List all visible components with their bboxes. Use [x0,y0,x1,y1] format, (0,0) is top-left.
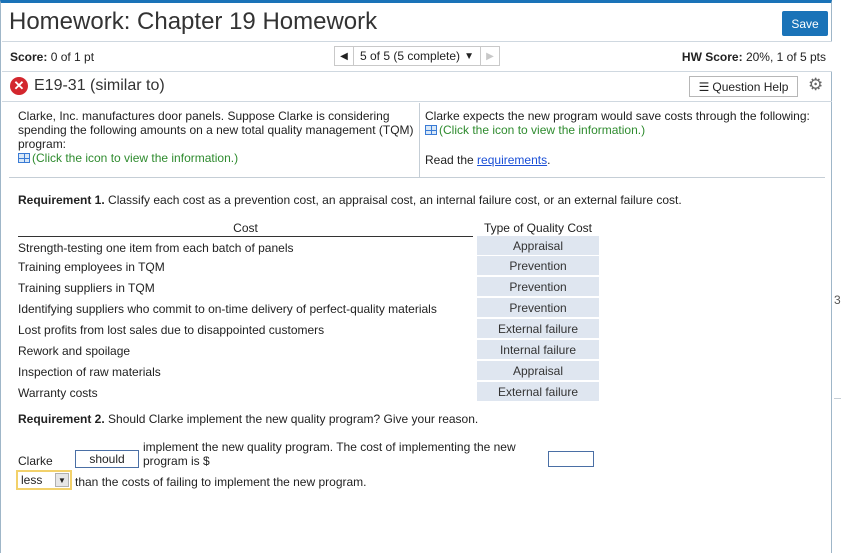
amount-input[interactable] [548,451,594,467]
read-prefix: Read the [425,153,474,167]
x-circle-icon: ✕ [10,77,28,95]
column-header-type: Type of Quality Cost [478,221,598,237]
question-select-value: 5 of 5 (5 complete) [360,49,461,63]
triangle-down-icon: ▼ [464,50,474,62]
background-edge-line [834,398,841,399]
page-title: Homework: Chapter 19 Homework [9,8,378,35]
save-button[interactable]: Save [782,11,828,36]
quality-type-cell[interactable]: Internal failure [477,340,599,359]
table-icon[interactable] [18,153,30,163]
requirements-link[interactable]: requirements [477,153,547,167]
info-right: Clarke expects the new program would sav… [425,109,825,167]
should-answer-box[interactable]: should [75,450,139,468]
panel-divider [419,103,420,177]
answer-text-line-2: program is $ [143,454,210,468]
next-question-button[interactable]: ▶ [479,46,500,66]
requirement-2: Requirement 2. Should Clarke implement t… [18,412,478,426]
gear-icon[interactable]: ⚙ [808,75,823,95]
quality-type-cell[interactable]: Prevention [477,277,599,296]
answer-subject: Clarke [18,454,53,468]
hw-score: HW Score: 20%, 1 of 5 pts [682,50,826,64]
read-suffix: . [547,153,551,167]
score-value: 0 of 1 pt [50,50,95,64]
hw-score-label: HW Score: [681,50,743,64]
list-icon: ☰ [698,79,710,94]
info-left-text: Clarke, Inc. manufactures door panels. S… [18,109,414,151]
score-bar: Score: 0 of 1 pt ◀ 5 of 5 (5 complete) ▼… [2,41,832,72]
requirement-1-text: Classify each cost as a prevention cost,… [108,193,682,207]
hw-score-value: 20%, 1 of 5 pts [745,50,826,64]
cost-label: Rework and spoilage [18,344,131,358]
question-help-button[interactable]: ☰ Question Help [689,76,798,97]
requirement-2-text: Should Clarke implement the new quality … [108,412,479,426]
background-edge-text: 3C [834,293,841,307]
answer-text-tail: than the costs of failing to implement t… [75,475,367,489]
question-select[interactable]: 5 of 5 (5 complete) ▼ [354,46,480,66]
requirement-2-label: Requirement 2. [18,412,105,426]
cost-label: Warranty costs [18,386,98,400]
quality-type-cell[interactable]: Appraisal [477,236,599,255]
homework-window: Homework: Chapter 19 Homework Save Score… [0,0,832,553]
triangle-right-icon: ▶ [486,50,494,62]
score-label: Score: [10,50,48,64]
read-requirements: Read the requirements. [425,153,825,167]
column-header-cost: Cost [18,221,473,237]
cost-label: Strength-testing one item from each batc… [18,241,294,255]
question-navigator: ◀ 5 of 5 (5 complete) ▼ ▶ [334,46,500,66]
less-more-select-value: less [21,473,43,487]
triangle-down-icon[interactable]: ▼ [55,473,69,487]
cost-label: Identifying suppliers who commit to on-t… [18,302,437,316]
cost-label: Training suppliers in TQM [18,281,155,295]
info-right-text: Clarke expects the new program would sav… [425,109,810,123]
info-left-link-text[interactable]: (Click the icon to view the information.… [32,151,238,165]
table-icon[interactable] [425,125,437,135]
question-bar: ✕ E19-31 (similar to) ☰ Question Help ⚙ [2,71,832,102]
previous-question-button[interactable]: ◀ [334,46,354,66]
quality-type-cell[interactable]: Prevention [477,298,599,317]
info-left-link[interactable]: (Click the icon to view the information.… [18,151,418,165]
triangle-left-icon: ◀ [340,50,348,62]
requirement-1: Requirement 1. Classify each cost as a p… [18,193,682,207]
info-left: Clarke, Inc. manufactures door panels. S… [18,109,418,165]
cost-label: Inspection of raw materials [18,365,161,379]
info-right-link[interactable]: (Click the icon to view the information.… [425,123,825,137]
score: Score: 0 of 1 pt [10,50,94,64]
answer-text-line-1: implement the new quality program. The c… [143,440,516,454]
question-id: E19-31 (similar to) [34,77,165,94]
cost-label: Training employees in TQM [18,260,165,274]
info-right-link-text[interactable]: (Click the icon to view the information.… [439,123,645,137]
section-divider [9,177,825,178]
cost-label: Lost profits from lost sales due to disa… [18,323,325,337]
requirement-1-label: Requirement 1. [18,193,105,207]
quality-type-cell[interactable]: External failure [477,319,599,338]
less-more-select[interactable]: less ▼ [16,470,72,490]
quality-type-cell[interactable]: Appraisal [477,361,599,380]
question-help-label: Question Help [712,79,789,94]
quality-type-cell[interactable]: Prevention [477,256,599,275]
quality-type-cell[interactable]: External failure [477,382,599,401]
